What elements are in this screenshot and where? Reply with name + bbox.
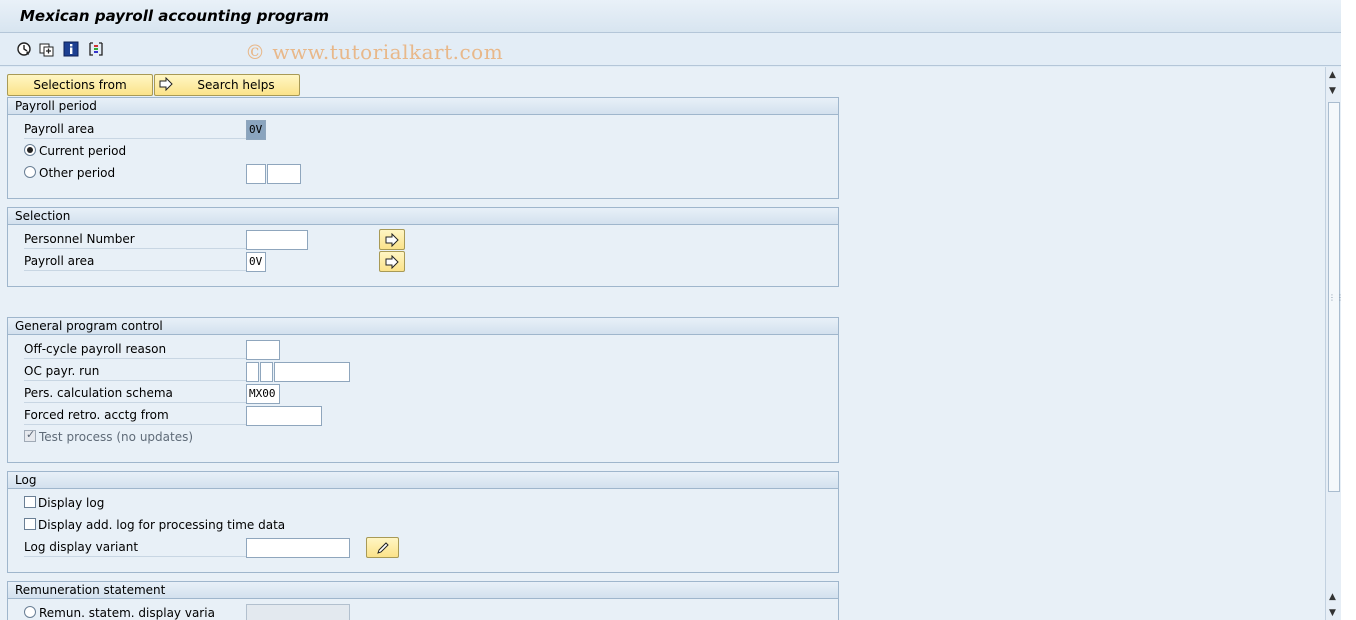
offcycle-reason-row: Off-cycle payroll reason	[24, 338, 824, 360]
log-variant-field[interactable]	[246, 538, 350, 558]
scroll-page-down-icon[interactable]: ▼	[1329, 608, 1336, 618]
forced-retro-field[interactable]	[246, 406, 322, 426]
application-toolbar: © www.tutorialkart.com	[0, 33, 1341, 66]
log-variant-row: Log display variant	[24, 536, 824, 558]
selection-payroll-area-label: Payroll area	[24, 253, 246, 271]
personnel-number-multiple-selection-button[interactable]	[379, 229, 405, 250]
payroll-area-multiple-selection-button[interactable]	[379, 251, 405, 272]
current-period-radio[interactable]	[24, 144, 36, 156]
payroll-period-group: Payroll period Payroll area 0V Current p…	[7, 97, 839, 199]
other-period-label: Other period	[39, 166, 116, 180]
vertical-scrollbar[interactable]: ▲ ▼ ⋮⋮ ▲ ▼	[1325, 67, 1344, 620]
arrow-right-icon	[159, 77, 173, 91]
oc-payr-run-field-2[interactable]	[260, 362, 273, 382]
display-add-log-row[interactable]: Display add. log for processing time dat…	[24, 514, 424, 536]
payroll-area-row: Payroll area 0V	[24, 118, 824, 140]
selection-options-icon[interactable]	[88, 41, 104, 57]
display-log-row[interactable]: Display log	[24, 492, 424, 514]
general-program-control-title: General program control	[8, 318, 838, 335]
oc-payr-run-field-1[interactable]	[246, 362, 259, 382]
log-variant-label: Log display variant	[24, 539, 246, 557]
offcycle-reason-field[interactable]	[246, 340, 280, 360]
personnel-number-field[interactable]	[246, 230, 308, 250]
scroll-up-icon[interactable]: ▲	[1329, 70, 1336, 80]
schema-row: Pers. calculation schema MX00	[24, 382, 824, 404]
display-add-log-label: Display add. log for processing time dat…	[38, 518, 286, 532]
general-program-control-group: General program control Off-cycle payrol…	[7, 317, 839, 463]
scroll-page-up-icon[interactable]: ▲	[1329, 592, 1336, 602]
payroll-area-label: Payroll area	[24, 121, 246, 139]
watermark-text: © www.tutorialkart.com	[245, 40, 504, 64]
schema-field[interactable]: MX00	[246, 384, 280, 404]
current-period-row[interactable]: Current period	[24, 140, 424, 162]
selection-title: Selection	[8, 208, 838, 225]
other-period-number-field[interactable]	[246, 164, 266, 184]
selection-payroll-area-field[interactable]: 0V	[246, 252, 266, 272]
search-helps-label: Search helps	[197, 78, 275, 92]
selections-from-label: Selections from	[33, 78, 127, 92]
selection-screen: Selections from Search helps Payroll per…	[0, 67, 1325, 620]
oc-payr-run-label: OC payr. run	[24, 363, 246, 381]
remuneration-variant-row: Remun. statem. display varia	[24, 602, 824, 620]
scroll-down-icon[interactable]: ▼	[1329, 86, 1336, 96]
personnel-number-label: Personnel Number	[24, 231, 246, 249]
test-process-label: Test process (no updates)	[39, 430, 194, 444]
test-process-row: Test process (no updates)	[24, 426, 424, 448]
forced-retro-row: Forced retro. acctg from	[24, 404, 824, 426]
display-add-log-checkbox[interactable]	[24, 518, 36, 530]
test-process-checkbox	[24, 428, 36, 442]
oc-payr-run-date-field[interactable]	[274, 362, 350, 382]
forced-retro-label: Forced retro. acctg from	[24, 407, 246, 425]
display-log-checkbox[interactable]	[24, 496, 36, 508]
log-group: Log Display log Display add. log for pro…	[7, 471, 839, 573]
selection-payroll-area-row: Payroll area 0V	[24, 250, 824, 272]
search-helps-button[interactable]: Search helps	[154, 74, 300, 96]
execute-icon[interactable]	[16, 41, 32, 57]
other-period-year-field[interactable]	[267, 164, 301, 184]
remuneration-variant-radio[interactable]	[24, 606, 36, 618]
current-period-label: Current period	[39, 144, 127, 158]
title-bar: Mexican payroll accounting program	[0, 0, 1341, 33]
program-info-icon[interactable]	[63, 41, 79, 57]
log-title: Log	[8, 472, 838, 489]
remuneration-variant-field[interactable]	[246, 604, 350, 620]
payroll-period-title: Payroll period	[8, 98, 838, 115]
log-variant-edit-button[interactable]	[366, 537, 399, 558]
arrow-right-icon	[385, 254, 399, 269]
payroll-area-field[interactable]: 0V	[246, 120, 266, 140]
remuneration-group: Remuneration statement Remun. statem. di…	[7, 581, 839, 620]
window-right-edge	[1341, 0, 1356, 620]
selection-group: Selection Personnel Number Payroll area …	[7, 207, 839, 287]
offcycle-reason-label: Off-cycle payroll reason	[24, 341, 246, 359]
page-title: Mexican payroll accounting program	[20, 7, 330, 25]
oc-payr-run-row: OC payr. run	[24, 360, 824, 382]
pencil-icon	[376, 541, 389, 554]
schema-label: Pers. calculation schema	[24, 385, 246, 403]
other-period-radio[interactable]	[24, 166, 36, 178]
remuneration-variant-label: Remun. statem. display varia	[39, 606, 215, 620]
other-period-row: Other period	[24, 162, 824, 184]
remuneration-title: Remuneration statement	[8, 582, 838, 599]
get-variant-icon[interactable]	[39, 41, 55, 57]
arrow-right-icon	[385, 232, 399, 247]
personnel-number-row: Personnel Number	[24, 228, 824, 250]
display-log-label: Display log	[38, 496, 105, 510]
selections-from-button[interactable]: Selections from	[7, 74, 153, 96]
